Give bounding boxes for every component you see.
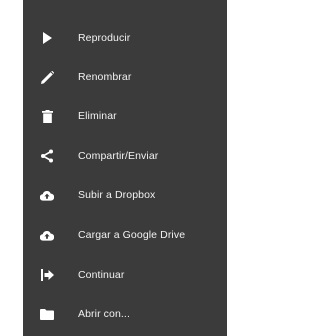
menu-item-eliminar[interactable]: Eliminar — [23, 96, 227, 136]
context-menu: Reproducir Renombrar Eliminar Compartir/… — [23, 0, 227, 336]
menu-item-reproducir[interactable]: Reproducir — [23, 18, 227, 58]
play-icon — [40, 31, 54, 45]
menu-item-label: Eliminar — [78, 110, 117, 122]
menu-item-compartir[interactable]: Compartir/Enviar — [23, 136, 227, 176]
pencil-icon — [40, 70, 54, 84]
menu-item-label: Subir a Dropbox — [78, 189, 156, 201]
menu-item-label: Renombrar — [78, 71, 132, 83]
share-icon — [40, 149, 54, 163]
cloud-upload-icon — [40, 228, 54, 242]
folder-icon — [40, 307, 54, 321]
menu-item-abrir-con[interactable]: Abrir con... — [23, 294, 227, 334]
menu-item-label: Compartir/Enviar — [78, 150, 159, 162]
menu-item-label: Reproducir — [78, 32, 131, 44]
menu-item-label: Cargar a Google Drive — [78, 229, 186, 241]
menu-item-renombrar[interactable]: Renombrar — [23, 57, 227, 97]
menu-item-label: Abrir con... — [78, 308, 130, 320]
forward-icon — [40, 268, 54, 282]
trash-icon — [40, 109, 54, 123]
menu-item-continuar[interactable]: Continuar — [23, 255, 227, 295]
menu-item-dropbox[interactable]: Subir a Dropbox — [23, 175, 227, 215]
menu-item-label: Continuar — [78, 269, 125, 281]
cloud-upload-icon — [40, 188, 54, 202]
menu-item-google-drive[interactable]: Cargar a Google Drive — [23, 215, 227, 255]
